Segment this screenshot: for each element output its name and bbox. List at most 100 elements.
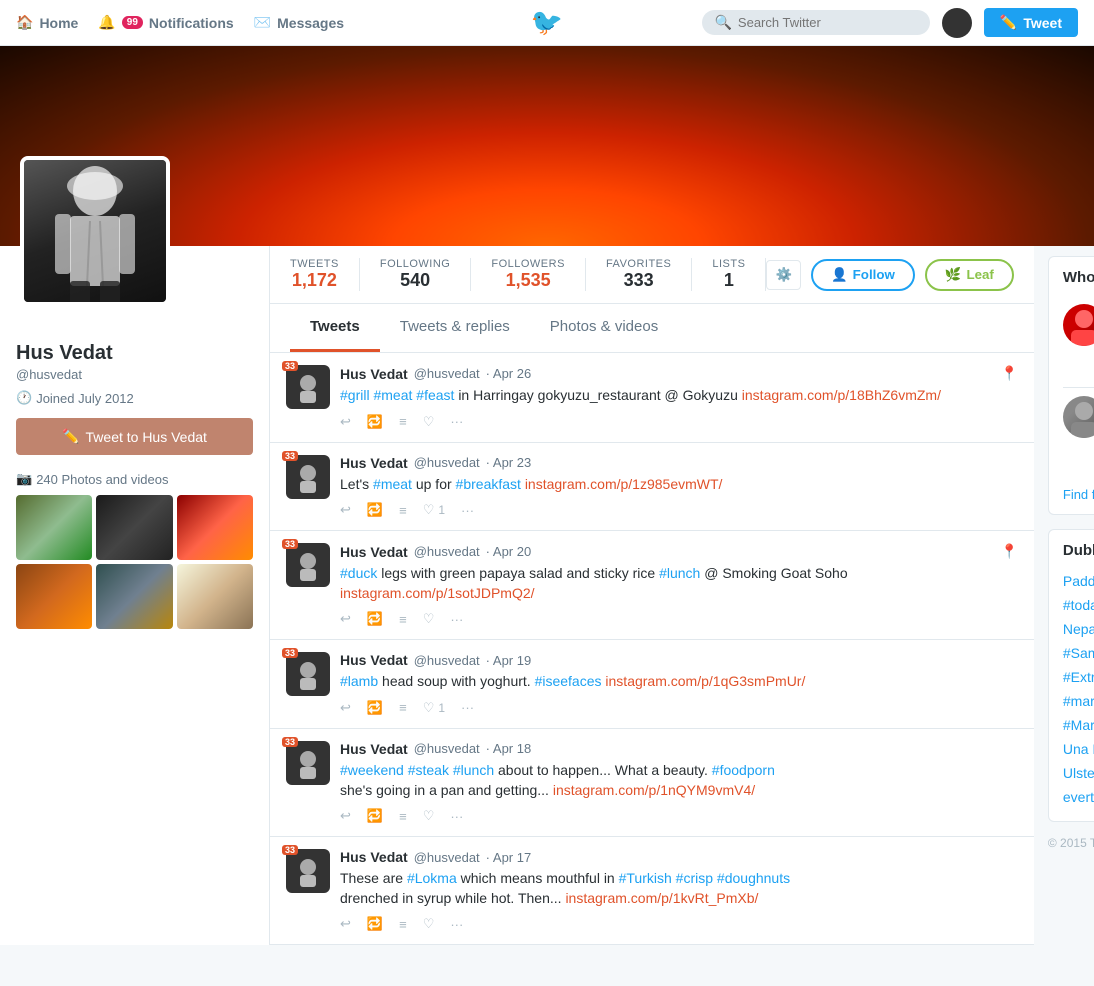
photo-thumb[interactable] [16, 564, 92, 629]
nav-messages[interactable]: ✉️ Messages [254, 14, 344, 31]
more-options-button[interactable]: ··· [461, 503, 474, 518]
more-button[interactable]: ≡ [399, 414, 407, 429]
trend-item[interactable]: #ExtremeRules [1063, 665, 1094, 689]
more-options-button[interactable]: ··· [450, 414, 463, 429]
trend-item[interactable]: #todaysor [1063, 593, 1094, 617]
retweet-button[interactable]: 🔁 [367, 808, 383, 824]
settings-button[interactable]: ⚙️ [766, 260, 801, 290]
tweet-hashtag[interactable]: #lamb [340, 673, 378, 689]
tweet-hashtag[interactable]: #Turkish [619, 870, 672, 886]
stat-lists[interactable]: LISTS 1 [692, 258, 766, 291]
photo-thumb[interactable] [96, 564, 172, 629]
retweet-button[interactable]: 🔁 [367, 700, 383, 716]
photo-thumb[interactable] [16, 495, 92, 560]
nav-home[interactable]: 🏠 Home [16, 14, 78, 31]
tweet-link[interactable]: instagram.com/p/1qG3smPmUr/ [605, 673, 805, 689]
tweet-hashtag[interactable]: #weekend [340, 762, 404, 778]
tweet-item: 33 Hus Vedat @husvedat · Apr 26 📍 #grill [270, 353, 1034, 443]
tweet-hashtag[interactable]: #meat [373, 387, 412, 403]
tweet-hashtag[interactable]: #lunch [659, 565, 700, 581]
like-button[interactable]: ♡ [423, 611, 435, 627]
tweet-link[interactable]: instagram.com/p/1nQYM9vmV4/ [553, 782, 755, 798]
reply-button[interactable]: ↩ [340, 700, 351, 716]
more-button[interactable]: ≡ [399, 917, 407, 932]
tweet-avatar[interactable]: 33 [286, 741, 330, 785]
tweet-hashtag[interactable]: #breakfast [456, 476, 521, 492]
more-button[interactable]: ≡ [399, 503, 407, 518]
tweet-hashtag[interactable]: #steak [408, 762, 449, 778]
nav-notifications[interactable]: 🔔 99 Notifications [98, 14, 233, 31]
trend-item[interactable]: #MarRef [1063, 713, 1094, 737]
tweet-hashtag[interactable]: #crisp [676, 870, 713, 886]
tweet-hashtag[interactable]: #lunch [453, 762, 494, 778]
more-button[interactable]: ≡ [399, 809, 407, 824]
tweet-to-button[interactable]: ✏️ Tweet to Hus Vedat [16, 418, 253, 455]
photo-thumb[interactable] [96, 495, 172, 560]
stat-favorites[interactable]: FAVORITES 333 [586, 258, 692, 291]
retweet-button[interactable]: 🔁 [367, 611, 383, 627]
trend-item[interactable]: #marian [1063, 689, 1094, 713]
tweet-hashtag[interactable]: #feast [416, 387, 454, 403]
tweet-link[interactable]: instagram.com/p/1sotJDPmQ2/ [340, 585, 535, 601]
tweet-avatar[interactable]: 33 [286, 365, 330, 409]
trend-item[interactable]: Una Mullally [1063, 737, 1094, 761]
retweet-button[interactable]: 🔁 [367, 414, 383, 430]
stat-following[interactable]: FOLLOWING 540 [360, 258, 472, 291]
retweet-button[interactable]: 🔁 [367, 916, 383, 932]
tweet-avatar[interactable]: 33 [286, 455, 330, 499]
like-button[interactable]: ♡ [423, 414, 435, 430]
tab-tweets[interactable]: Tweets [290, 304, 380, 352]
reply-button[interactable]: ↩ [340, 808, 351, 824]
trend-item[interactable]: #SamsungNightRun [1063, 641, 1094, 665]
more-button[interactable]: ≡ [399, 700, 407, 715]
tweet-content: Hus Vedat @husvedat · Apr 19 #lamb head … [340, 652, 1018, 716]
search-input[interactable] [738, 15, 918, 30]
leaf-button[interactable]: 🌿 Leaf [925, 259, 1014, 291]
tweet-hashtag[interactable]: #grill [340, 387, 370, 403]
tab-tweets-replies[interactable]: Tweets & replies [380, 304, 530, 352]
home-icon: 🏠 [16, 14, 33, 31]
tweet-link[interactable]: instagram.com/p/1z985evmWT/ [525, 476, 723, 492]
stat-tweets[interactable]: TWEETS 1,172 [290, 258, 360, 291]
more-options-button[interactable]: ··· [461, 700, 474, 715]
like-button[interactable]: ♡ 1 [423, 700, 445, 716]
photo-thumb[interactable] [177, 564, 253, 629]
tweet-hashtag[interactable]: #doughnuts [717, 870, 790, 886]
tweet-hashtag[interactable]: #foodporn [712, 762, 775, 778]
follow-button[interactable]: 👤 Follow [811, 259, 915, 291]
suggestion-avatar[interactable] [1063, 304, 1094, 346]
more-button[interactable]: ≡ [399, 612, 407, 627]
retweet-button[interactable]: 🔁 [367, 502, 383, 518]
like-button[interactable]: ♡ 1 [423, 502, 445, 518]
trend-item[interactable]: Paddy Power [1063, 569, 1094, 593]
like-button[interactable]: ♡ [423, 808, 435, 824]
tweet-button[interactable]: ✏️ Tweet [984, 8, 1078, 37]
reply-button[interactable]: ↩ [340, 414, 351, 430]
stat-followers[interactable]: FOLLOWERS 1,535 [471, 258, 586, 291]
photo-thumb[interactable] [177, 495, 253, 560]
tweet-hashtag[interactable]: #Lokma [407, 870, 457, 886]
trend-item[interactable]: everton [1063, 785, 1094, 809]
trend-item[interactable]: Ulster Bank [1063, 761, 1094, 785]
tweet-hashtag[interactable]: #iseefaces [535, 673, 602, 689]
tweet-hashtag[interactable]: #duck [340, 565, 377, 581]
reply-button[interactable]: ↩ [340, 916, 351, 932]
like-button[interactable]: ♡ [423, 916, 435, 932]
tab-photos-videos[interactable]: Photos & videos [530, 304, 678, 352]
tweet-avatar[interactable]: 33 [286, 849, 330, 893]
tweet-link[interactable]: instagram.com/p/18BhZ6vmZm/ [742, 387, 941, 403]
user-avatar[interactable] [942, 8, 972, 38]
reply-button[interactable]: ↩ [340, 502, 351, 518]
more-options-button[interactable]: ··· [450, 612, 463, 627]
tweet-hashtag[interactable]: #meat [373, 476, 412, 492]
suggestion-avatar[interactable] [1063, 396, 1094, 438]
trend-item[interactable]: Nepal [1063, 617, 1094, 641]
more-options-button[interactable]: ··· [450, 809, 463, 824]
tweet-avatar[interactable]: 33 [286, 543, 330, 587]
reply-button[interactable]: ↩ [340, 611, 351, 627]
tweet-avatar[interactable]: 33 [286, 652, 330, 696]
more-options-button[interactable]: ··· [450, 917, 463, 932]
find-friends-link[interactable]: Find friends [1063, 487, 1094, 502]
tweet-link[interactable]: instagram.com/p/1kvRt_PmXb/ [565, 890, 758, 906]
tweet-content: Hus Vedat @husvedat · Apr 20 📍 #duck leg… [340, 543, 1018, 627]
